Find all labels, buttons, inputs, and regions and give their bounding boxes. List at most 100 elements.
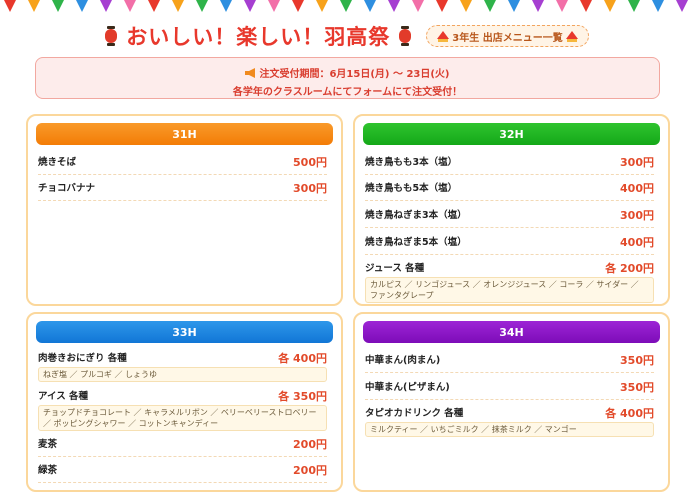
bunting-flag — [652, 0, 664, 12]
item-price: 350円 — [620, 354, 654, 367]
bunting-flag — [508, 0, 520, 12]
menu-badge-label: 3年生 出店メニュー一覧 — [452, 32, 563, 44]
bunting-flag — [196, 0, 208, 12]
class-header-33h: 33H — [36, 321, 333, 343]
item-name: 緑茶 — [38, 465, 58, 476]
menu-item: チョコバナナ 300円 — [38, 180, 327, 196]
bunting-flag — [364, 0, 376, 12]
item-price: 400円 — [620, 182, 654, 195]
class-card-33h: 33H 肉巻きおにぎり 各種 各 400円 ねぎ塩 ／ プルコギ ／ しょうゆ ア… — [26, 312, 343, 492]
item-options: ねぎ塩 ／ プルコギ ／ しょうゆ — [38, 367, 327, 382]
bunting-flag — [388, 0, 400, 12]
bunting-flag — [148, 0, 160, 12]
order-notice: 注文受付期間：6月15日(月) ～ 23日(火) 各学年のクラスルームにてフォー… — [35, 57, 660, 99]
item-price: 各 400円 — [605, 407, 654, 420]
menu-item: 緑茶 200円 — [38, 462, 327, 478]
bunting-flag — [76, 0, 88, 12]
item-name: 焼き鳥ねぎま3本（塩） — [365, 210, 467, 221]
item-name: チョコバナナ — [38, 183, 96, 194]
bunting-flag — [412, 0, 424, 12]
bunting-flag — [220, 0, 232, 12]
menu-item: 焼き鳥ねぎま5本（塩） 400円 — [365, 234, 654, 250]
page-title: おいしい！楽しい！羽高祭 — [126, 25, 391, 49]
item-options: ミルクティー ／ いちごミルク ／ 抹茶ミルク ／ マンゴー — [365, 422, 654, 437]
tent-icon — [437, 30, 450, 42]
divider — [365, 227, 654, 228]
divider — [365, 372, 654, 373]
bunting-flag — [316, 0, 328, 12]
bunting-flag — [52, 0, 64, 12]
divider — [365, 200, 654, 201]
item-price: 350円 — [620, 381, 654, 394]
item-price: 300円 — [620, 156, 654, 169]
item-options: カルピス ／ リンゴジュース ／ オレンジジュース ／ コーラ ／ サイダー ／… — [365, 277, 654, 303]
item-price: 各 400円 — [278, 352, 327, 365]
item-name: 麦茶 — [38, 439, 58, 450]
bunting-flag — [484, 0, 496, 12]
item-options: チョップドチョコレート ／ キャラメルリボン ／ ベリーベリーストロベリー ／ … — [38, 405, 327, 431]
megaphone-icon — [245, 67, 256, 78]
item-price: 300円 — [620, 209, 654, 222]
bunting-flag — [100, 0, 112, 12]
bunting-flag — [604, 0, 616, 12]
item-name: 焼きそば — [38, 157, 77, 168]
item-name: 焼き鳥もも5本（塩） — [365, 183, 458, 194]
bunting-flag — [532, 0, 544, 12]
divider — [38, 456, 327, 457]
item-price: 400円 — [620, 236, 654, 249]
bunting-flag — [676, 0, 688, 12]
item-price: 各 200円 — [605, 262, 654, 275]
bunting-decoration — [4, 0, 688, 12]
menu-badge: 3年生 出店メニュー一覧 — [426, 25, 589, 47]
item-name: 焼き鳥もも3本（塩） — [365, 157, 458, 168]
bunting-flag — [292, 0, 304, 12]
item-price: 各 350円 — [278, 390, 327, 403]
item-price: 200円 — [293, 464, 327, 477]
bunting-flag — [580, 0, 592, 12]
menu-item: 焼きそば 500円 — [38, 154, 327, 170]
item-name: 中華まん(ピザまん) — [365, 382, 450, 393]
menu-item: 中華まん(ピザまん) 350円 — [365, 379, 654, 395]
item-price: 300円 — [293, 182, 327, 195]
order-period: 注文受付期間：6月15日(月) ～ 23日(火) — [259, 69, 450, 80]
lantern-icon — [104, 26, 118, 46]
divider — [38, 200, 327, 201]
class-card-34h: 34H 中華まん(肉まん) 350円 中華まん(ピザまん) 350円 タピオカドリン… — [353, 312, 670, 492]
item-name: 肉巻きおにぎり 各種 — [38, 353, 127, 364]
item-price: 500円 — [293, 156, 327, 169]
menu-item: 焼き鳥もも3本（塩） 300円 — [365, 154, 654, 170]
lantern-icon — [398, 26, 412, 46]
bunting-flag — [28, 0, 40, 12]
menu-item: 麦茶 200円 — [38, 436, 327, 452]
menu-item: ジュース 各種 各 200円 カルピス ／ リンゴジュース ／ オレンジジュース … — [365, 260, 654, 303]
bunting-flag — [460, 0, 472, 12]
class-card-32h: 32H 焼き鳥もも3本（塩） 300円 焼き鳥もも5本（塩） 400円 焼き鳥ねぎま… — [353, 114, 670, 306]
header: おいしい！楽しい！羽高祭 3年生 出店メニュー一覧 — [0, 18, 693, 54]
item-price: 200円 — [293, 438, 327, 451]
item-name: タピオカドリンク 各種 — [365, 408, 464, 419]
bunting-flag — [436, 0, 448, 12]
menu-item: アイス 各種 各 350円 チョップドチョコレート ／ キャラメルリボン ／ ベリ… — [38, 388, 327, 431]
bunting-flag — [340, 0, 352, 12]
divider — [365, 399, 654, 400]
menu-item: タピオカドリンク 各種 各 400円 ミルクティー ／ いちごミルク ／ 抹茶ミル… — [365, 405, 654, 437]
divider — [365, 254, 654, 255]
bunting-flag — [172, 0, 184, 12]
bunting-flag — [628, 0, 640, 12]
class-header-31h: 31H — [36, 123, 333, 145]
item-name: ジュース 各種 — [365, 263, 425, 274]
divider — [38, 174, 327, 175]
divider — [365, 174, 654, 175]
bunting-flag — [556, 0, 568, 12]
class-card-31h: 31H 焼きそば 500円 チョコバナナ 300円 — [26, 114, 343, 306]
item-name: 中華まん(肉まん) — [365, 355, 441, 366]
divider — [38, 482, 327, 483]
item-name: アイス 各種 — [38, 391, 89, 402]
bunting-flag — [268, 0, 280, 12]
item-name: 焼き鳥ねぎま5本（塩） — [365, 237, 467, 248]
bunting-flag — [244, 0, 256, 12]
menu-item: 肉巻きおにぎり 各種 各 400円 ねぎ塩 ／ プルコギ ／ しょうゆ — [38, 350, 327, 382]
menu-item: 中華まん(肉まん) 350円 — [365, 352, 654, 368]
bunting-flag — [4, 0, 16, 12]
bunting-flag — [124, 0, 136, 12]
